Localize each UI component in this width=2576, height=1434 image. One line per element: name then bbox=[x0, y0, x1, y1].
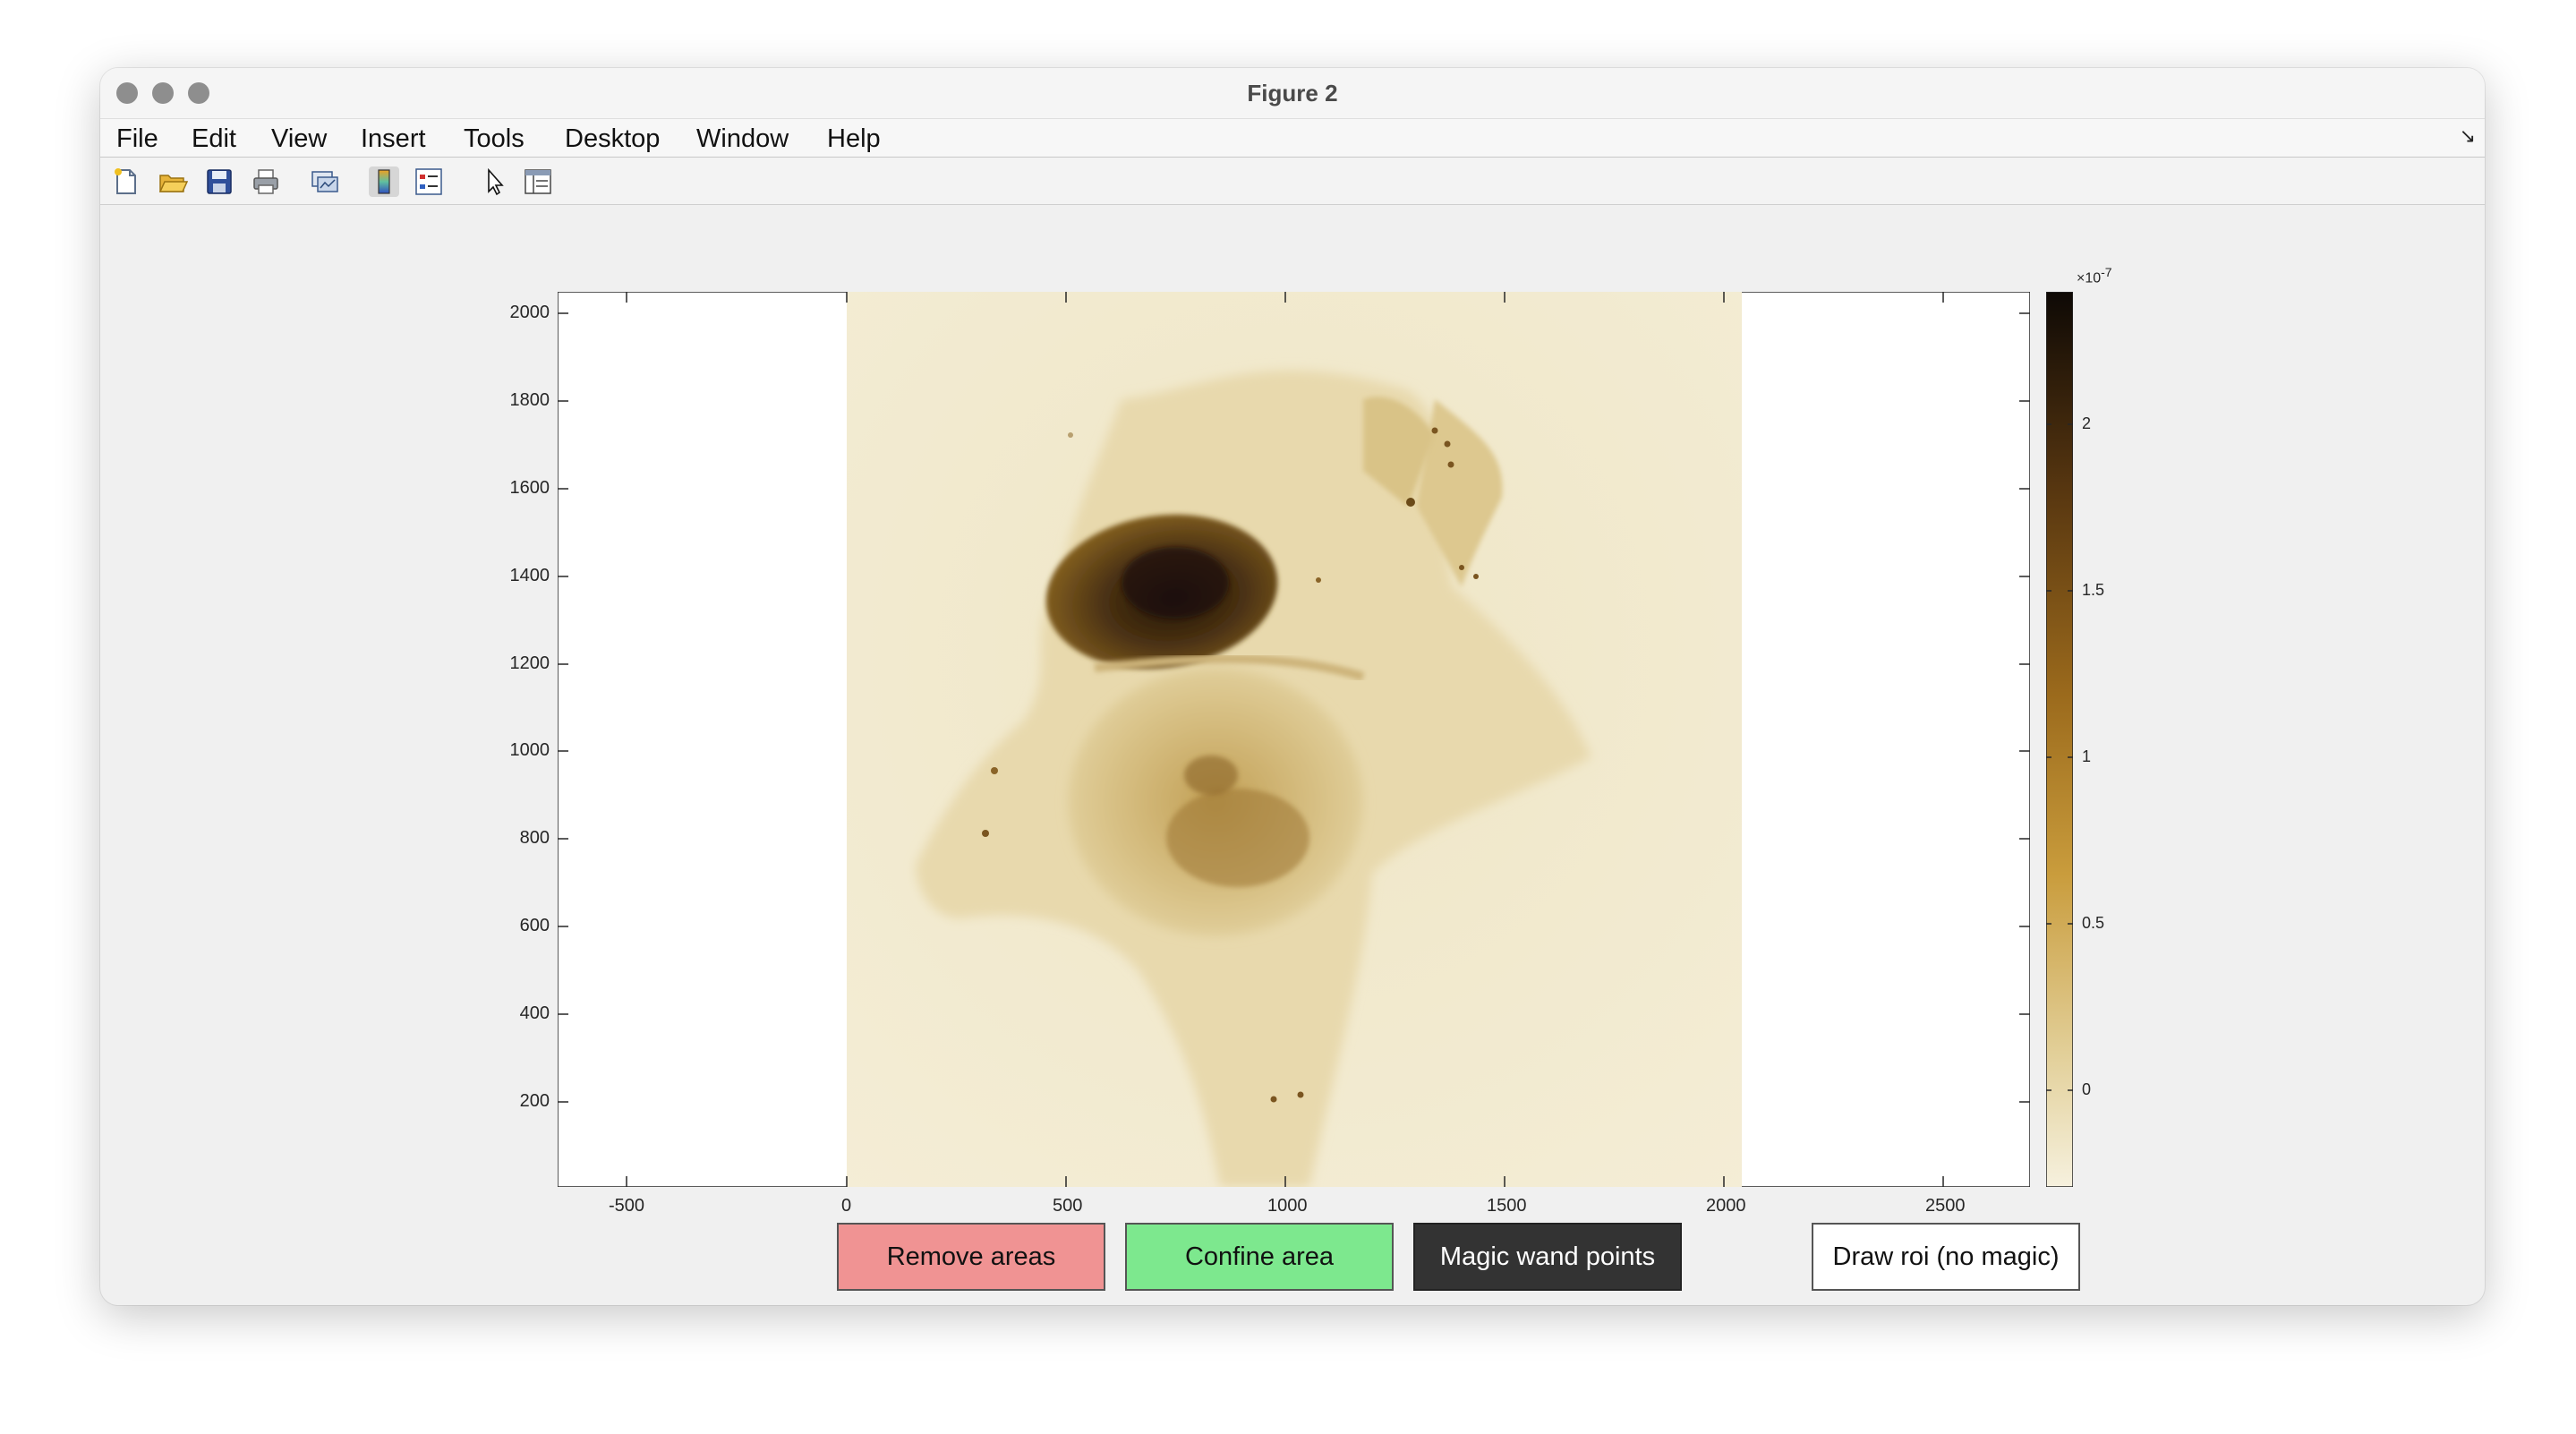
colorbar-tick-labels: 2 1.5 1 0.5 0 bbox=[2082, 292, 2127, 1187]
draw-roi-button[interactable]: Draw roi (no magic) bbox=[1812, 1223, 2080, 1291]
menu-window[interactable]: Window bbox=[696, 124, 789, 154]
dock-figure-icon[interactable]: ↘ bbox=[2460, 124, 2476, 148]
y-tick-label: 600 bbox=[519, 916, 550, 935]
x-tick-label: 500 bbox=[1053, 1196, 1083, 1216]
y-tick-label: 1000 bbox=[509, 740, 550, 760]
property-inspector-icon[interactable] bbox=[523, 166, 553, 197]
magic-wand-points-button[interactable]: Magic wand points bbox=[1413, 1223, 1682, 1291]
save-icon[interactable] bbox=[204, 166, 235, 197]
title-bar: Figure 2 bbox=[100, 68, 2485, 119]
colorbar-exponent: ×10-7 bbox=[2077, 265, 2112, 286]
x-tick-label: 2500 bbox=[1925, 1196, 1966, 1216]
menu-view[interactable]: View bbox=[271, 124, 327, 154]
window-title: Figure 2 bbox=[1247, 80, 1338, 107]
menu-bar: File Edit View Insert Tools Desktop Wind… bbox=[100, 119, 2485, 158]
x-tick-label: 0 bbox=[841, 1196, 852, 1216]
colorbar-tick-label: 1 bbox=[2082, 747, 2092, 765]
colorbar-icon[interactable] bbox=[369, 166, 399, 197]
colorbar-tick-label: 2 bbox=[2082, 414, 2092, 432]
confine-area-button[interactable]: Confine area bbox=[1125, 1223, 1394, 1291]
y-tick-label: 1600 bbox=[509, 478, 550, 498]
print-icon[interactable] bbox=[251, 166, 281, 197]
y-tick-label: 1200 bbox=[509, 653, 550, 673]
x-tick-label: 1500 bbox=[1487, 1196, 1527, 1216]
colorbar-tick-label: 0.5 bbox=[2082, 914, 2105, 932]
menu-help[interactable]: Help bbox=[827, 124, 881, 154]
figure-toolbar bbox=[100, 158, 2485, 205]
y-tick-label: 2000 bbox=[509, 303, 550, 322]
colorbar-exponent-base: ×10 bbox=[2077, 270, 2102, 286]
microscopy-image bbox=[847, 292, 1742, 1187]
x-tick-label: 2000 bbox=[1706, 1196, 1746, 1216]
y-tick-label: 1400 bbox=[509, 566, 550, 585]
figure-window: Figure 2 File Edit View Insert Tools Des… bbox=[100, 68, 2485, 1305]
colorbar-exponent-power: -7 bbox=[2101, 265, 2112, 279]
menu-insert[interactable]: Insert bbox=[361, 124, 426, 154]
x-tick-labels: -500 0 500 1000 1500 2000 2500 bbox=[558, 1196, 2030, 1223]
menu-edit[interactable]: Edit bbox=[192, 124, 236, 154]
y-tick-labels: 2000 1800 1600 1400 1200 1000 800 600 40… bbox=[476, 292, 550, 1187]
menu-tools[interactable]: Tools bbox=[464, 124, 525, 154]
y-tick-label: 400 bbox=[519, 1003, 550, 1023]
x-tick-label: -500 bbox=[609, 1196, 645, 1216]
new-figure-icon[interactable] bbox=[111, 166, 141, 197]
colorbar[interactable] bbox=[2046, 292, 2073, 1187]
colorbar-tick-label: 0 bbox=[2082, 1080, 2092, 1098]
remove-areas-button[interactable]: Remove areas bbox=[837, 1223, 1105, 1291]
y-tick-label: 800 bbox=[519, 828, 550, 848]
y-tick-label: 200 bbox=[519, 1091, 550, 1111]
image-axes[interactable] bbox=[558, 292, 2030, 1187]
open-file-icon[interactable] bbox=[158, 166, 188, 197]
x-tick-label: 1000 bbox=[1267, 1196, 1308, 1216]
menu-file[interactable]: File bbox=[116, 124, 158, 154]
legend-icon[interactable] bbox=[414, 166, 444, 197]
y-tick-label: 1800 bbox=[509, 390, 550, 410]
pointer-icon[interactable] bbox=[480, 166, 510, 197]
menu-desktop[interactable]: Desktop bbox=[565, 124, 660, 154]
colorbar-tick-label: 1.5 bbox=[2082, 581, 2105, 599]
link-plot-icon[interactable] bbox=[310, 166, 340, 197]
